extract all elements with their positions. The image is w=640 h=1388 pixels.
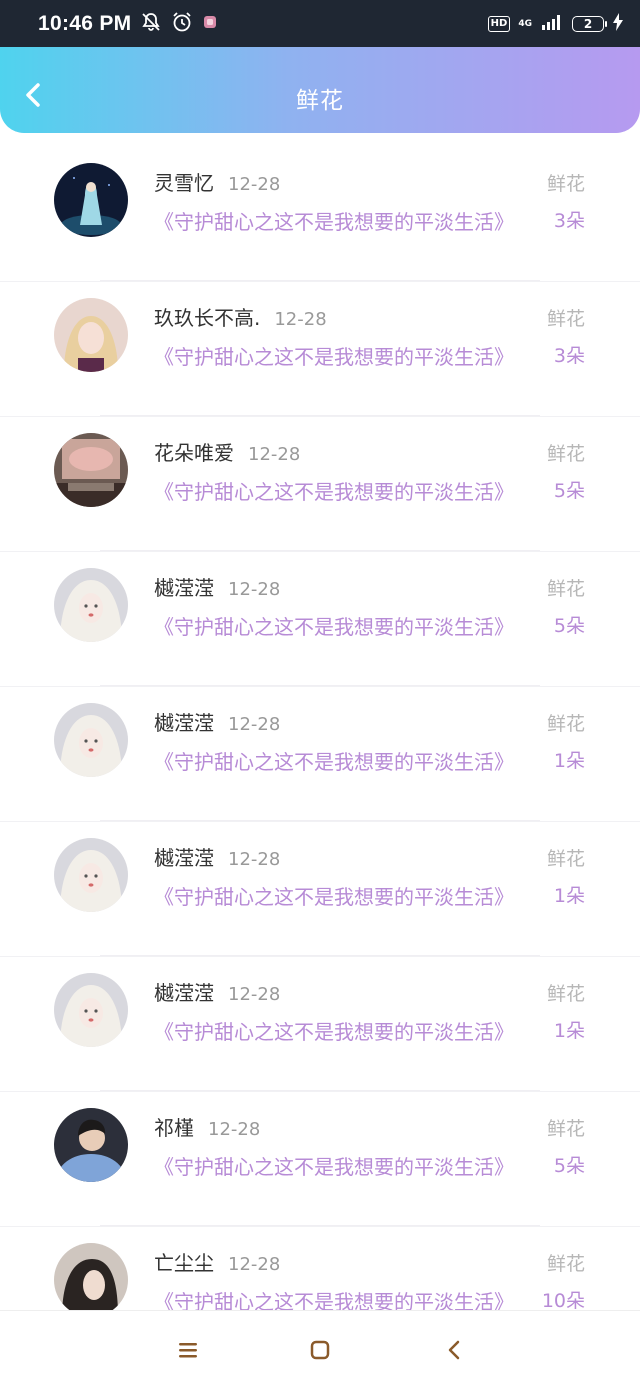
list-item[interactable]: 灵雪忆 12-28 《守护甜心之这不是我想要的平淡生活》 鲜花 3朵 (0, 148, 640, 282)
gift-date: 12-28 (228, 714, 281, 735)
gift-type: 鲜花 (546, 578, 585, 600)
back-triangle-icon (448, 1340, 460, 1360)
gift-date: 12-28 (228, 174, 281, 195)
avatar[interactable] (54, 703, 128, 777)
divider (100, 415, 540, 416)
user-name[interactable]: 灵雪忆 (154, 171, 214, 195)
avatar[interactable] (54, 838, 128, 912)
list-item[interactable]: 祁槿 12-28 《守护甜心之这不是我想要的平淡生活》 鲜花 5朵 (0, 1093, 640, 1227)
avatar[interactable] (54, 433, 128, 507)
gift-type: 鲜花 (546, 308, 585, 330)
charging-icon (612, 12, 624, 35)
list-item[interactable]: 樾滢滢 12-28 《守护甜心之这不是我想要的平淡生活》 鲜花 1朵 (0, 688, 640, 822)
gift-type: 鲜花 (546, 983, 585, 1005)
gift-date: 12-28 (228, 1254, 281, 1275)
list-item[interactable]: 樾滢滢 12-28 《守护甜心之这不是我想要的平淡生活》 鲜花 1朵 (0, 958, 640, 1092)
gift-amount: 5朵 (553, 1155, 585, 1177)
gift-type: 鲜花 (546, 713, 585, 735)
avatar[interactable] (54, 568, 128, 642)
hd-icon: HD (487, 15, 511, 32)
gift-amount: 1朵 (553, 885, 585, 907)
divider (100, 685, 540, 686)
user-name[interactable]: 樾滢滢 (154, 846, 214, 870)
gift-amount: 5朵 (553, 480, 585, 502)
home-square-icon (310, 1340, 330, 1360)
book-title[interactable]: 《守护甜心之这不是我想要的平淡生活》 (154, 476, 534, 505)
book-title[interactable]: 《守护甜心之这不是我想要的平淡生活》 (154, 881, 534, 910)
gift-date: 12-28 (228, 849, 281, 870)
gift-date: 12-28 (248, 444, 301, 465)
book-title[interactable]: 《守护甜心之这不是我想要的平淡生活》 (154, 1016, 534, 1045)
divider (100, 1090, 540, 1091)
avatar[interactable] (54, 973, 128, 1047)
battery-level: 2 (583, 16, 593, 31)
divider (100, 1225, 540, 1226)
header-bar: 鲜花 (0, 47, 640, 133)
avatar[interactable] (54, 163, 128, 237)
menu-icon (179, 1343, 197, 1358)
divider (100, 955, 540, 956)
user-name[interactable]: 玖玖长不高. (154, 306, 260, 330)
list-item[interactable]: 玖玖长不高. 12-28 《守护甜心之这不是我想要的平淡生活》 鲜花 3朵 (0, 283, 640, 417)
app-notification-icon (203, 14, 217, 33)
battery-icon: 2 (572, 15, 607, 32)
gift-type: 鲜花 (546, 1253, 585, 1275)
divider (100, 280, 540, 281)
avatar[interactable] (54, 298, 128, 372)
gift-amount: 10朵 (541, 1290, 585, 1310)
menu-button[interactable] (175, 1337, 201, 1363)
page-title: 鲜花 (296, 88, 344, 114)
user-name[interactable]: 樾滢滢 (154, 711, 214, 735)
signal-icon (540, 14, 564, 34)
list-item[interactable]: 花朵唯爱 12-28 《守护甜心之这不是我想要的平淡生活》 鲜花 5朵 (0, 418, 640, 552)
book-title[interactable]: 《守护甜心之这不是我想要的平淡生活》 (154, 206, 534, 235)
alarm-icon (171, 11, 193, 37)
user-name[interactable]: 樾滢滢 (154, 981, 214, 1005)
gift-amount: 1朵 (553, 1020, 585, 1042)
divider (100, 820, 540, 821)
back-nav-button[interactable] (441, 1337, 467, 1363)
status-bar: 10:46 PM HD 4G 2 (0, 0, 640, 47)
gift-date: 12-28 (228, 579, 281, 600)
gift-type: 鲜花 (546, 848, 585, 870)
book-title[interactable]: 《守护甜心之这不是我想要的平淡生活》 (154, 746, 534, 775)
user-name[interactable]: 樾滢滢 (154, 576, 214, 600)
gift-amount: 5朵 (553, 615, 585, 637)
user-name[interactable]: 花朵唯爱 (154, 441, 234, 465)
gift-date: 12-28 (274, 309, 327, 330)
gift-amount: 3朵 (553, 210, 585, 232)
gift-date: 12-28 (208, 1119, 261, 1140)
book-title[interactable]: 《守护甜心之这不是我想要的平淡生活》 (154, 611, 534, 640)
divider (100, 550, 540, 551)
list-item[interactable]: 亡尘尘 12-28 《守护甜心之这不是我想要的平淡生活》 鲜花 10朵 (0, 1228, 640, 1310)
bell-off-icon (141, 12, 161, 36)
status-time: 10:46 PM (38, 11, 132, 35)
user-name[interactable]: 亡尘尘 (154, 1251, 214, 1275)
system-nav-bar (0, 1310, 640, 1388)
book-title[interactable]: 《守护甜心之这不是我想要的平淡生活》 (154, 1286, 534, 1310)
gift-type: 鲜花 (546, 443, 585, 465)
avatar[interactable] (54, 1243, 128, 1310)
book-title[interactable]: 《守护甜心之这不是我想要的平淡生活》 (154, 1151, 534, 1180)
user-name[interactable]: 祁槿 (154, 1116, 194, 1140)
network-label: 4G (518, 18, 532, 29)
gift-type: 鲜花 (546, 1118, 585, 1140)
avatar[interactable] (54, 1108, 128, 1182)
home-button[interactable] (307, 1337, 333, 1363)
flower-gift-list[interactable]: 灵雪忆 12-28 《守护甜心之这不是我想要的平淡生活》 鲜花 3朵 玖玖长不高.… (0, 148, 640, 1310)
gift-date: 12-28 (228, 984, 281, 1005)
gift-type: 鲜花 (546, 173, 585, 195)
gift-amount: 1朵 (553, 750, 585, 772)
book-title[interactable]: 《守护甜心之这不是我想要的平淡生活》 (154, 341, 534, 370)
list-item[interactable]: 樾滢滢 12-28 《守护甜心之这不是我想要的平淡生活》 鲜花 1朵 (0, 823, 640, 957)
gift-amount: 3朵 (553, 345, 585, 367)
list-item[interactable]: 樾滢滢 12-28 《守护甜心之这不是我想要的平淡生活》 鲜花 5朵 (0, 553, 640, 687)
